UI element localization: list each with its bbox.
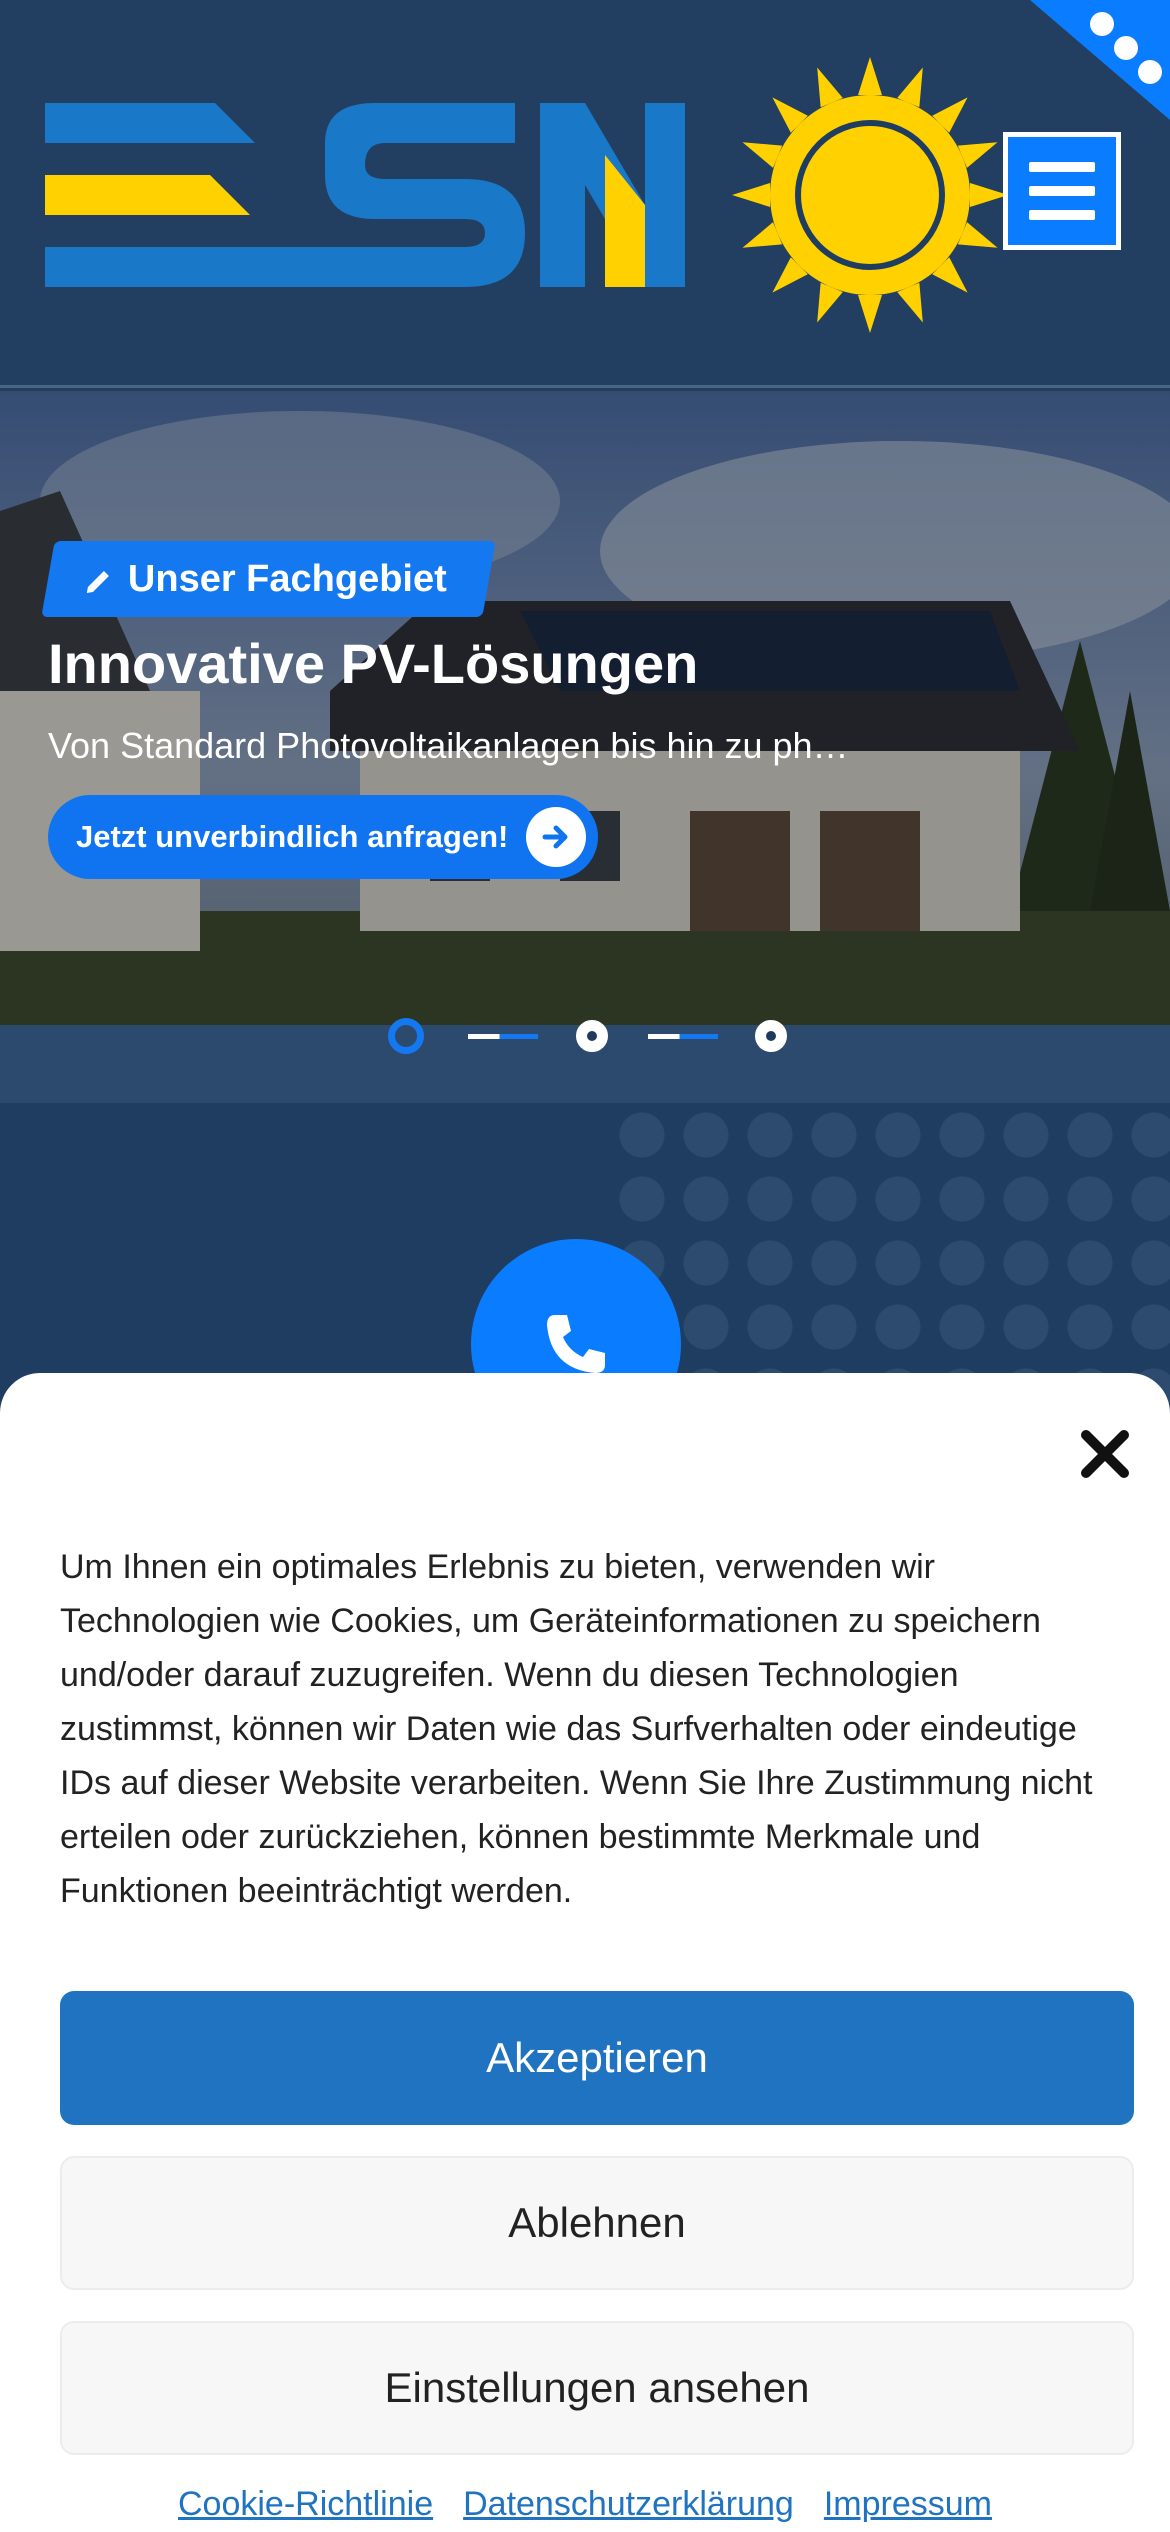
slide-dot-3[interactable] [755,1020,787,1052]
esn-logo[interactable] [45,55,1005,335]
more-dots-icon[interactable] [990,0,1170,120]
pencil-icon [87,570,109,592]
hamburger-menu-button[interactable] [1003,132,1121,250]
slide-progress-line [648,1034,718,1039]
hamburger-icon-line [1029,210,1095,220]
slide-dot-2[interactable] [576,1020,608,1052]
arrow-right-icon [526,807,587,867]
privacy-policy-link[interactable]: Datenschutzerklärung [463,2485,794,2524]
dot-pattern [610,1103,1170,1403]
category-badge: Unser Fachgebiet [41,541,496,617]
cta-label: Jetzt unverbindlich anfragen! [76,819,509,854]
hero-subtitle: Von Standard Photovoltaikanlagen bis hin… [48,725,849,766]
accept-button[interactable]: Akzeptieren [60,1991,1134,2125]
imprint-link[interactable]: Impressum [824,2485,992,2524]
view-settings-button[interactable]: Einstellungen ansehen [60,2321,1134,2455]
request-quote-button[interactable]: Jetzt unverbindlich anfragen! [48,795,599,879]
phone-icon [547,1315,605,1373]
cookie-consent-text: Um Ihnen ein optimales Erlebnis zu biete… [60,1548,1093,1910]
slide-progress-line [468,1034,538,1039]
hero-overlay [0,391,1170,1025]
badge-label: Unser Fachgebiet [128,557,447,600]
hero-title: Innovative PV-Lösungen [48,632,699,695]
cookie-footer-links: Cookie-Richtlinie Datenschutzerklärung I… [0,2485,1170,2524]
deny-button[interactable]: Ablehnen [60,2156,1134,2290]
cookie-policy-link[interactable]: Cookie-Richtlinie [178,2485,433,2524]
slide-dot-1[interactable] [388,1018,424,1054]
site-header [0,0,1170,388]
hero-slider: Unser Fachgebiet Innovative PV-Lösungen … [0,391,1170,1025]
close-icon[interactable] [1078,1427,1132,1481]
hamburger-icon-line [1029,162,1095,172]
hamburger-icon-line [1029,186,1095,196]
